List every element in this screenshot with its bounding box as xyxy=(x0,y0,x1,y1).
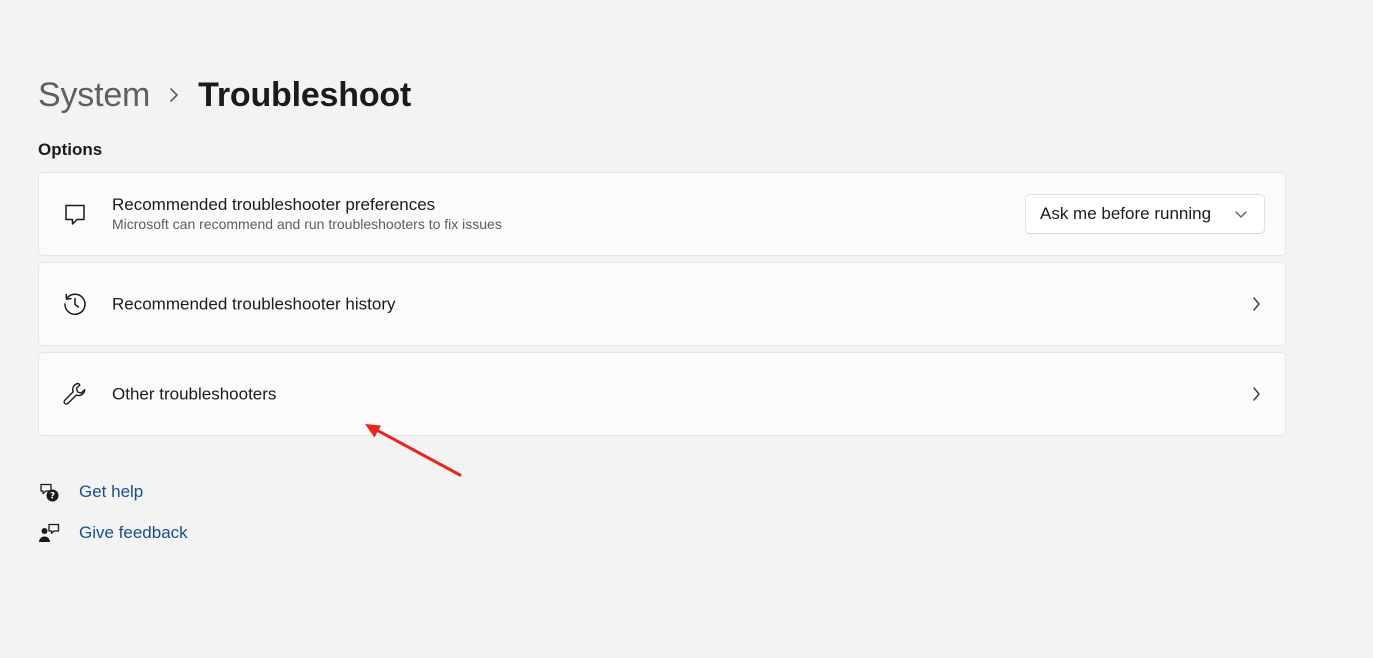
troubleshooter-history-card[interactable]: Recommended troubleshooter history xyxy=(38,262,1286,346)
other-troubleshooters-title: Other troubleshooters xyxy=(112,384,277,404)
troubleshooter-preferences-subtitle: Microsoft can recommend and run troubles… xyxy=(112,216,502,232)
options-heading: Options xyxy=(38,140,103,159)
chevron-right-icon xyxy=(1249,296,1263,312)
wrench-icon xyxy=(61,380,89,408)
feedback-icon xyxy=(38,522,60,544)
troubleshooter-preferences-card: Recommended troubleshooter preferences M… xyxy=(38,172,1286,256)
get-help-icon: ? xyxy=(38,481,60,503)
give-feedback-link[interactable]: Give feedback xyxy=(38,519,188,547)
get-help-link[interactable]: ? Get help xyxy=(38,478,188,506)
give-feedback-label: Give feedback xyxy=(79,523,188,542)
troubleshooter-preferences-title: Recommended troubleshooter preferences xyxy=(112,195,436,214)
troubleshooter-history-title: Recommended troubleshooter history xyxy=(112,294,396,314)
svg-text:?: ? xyxy=(50,492,55,502)
other-troubleshooters-text: Other troubleshooters xyxy=(112,384,276,405)
breadcrumb-system-link[interactable]: System xyxy=(38,76,150,115)
page-title: Troubleshoot xyxy=(198,75,412,114)
troubleshooter-preference-dropdown[interactable]: Ask me before running xyxy=(1025,194,1265,234)
chat-bubble-icon xyxy=(61,200,89,228)
help-links: ? Get help Give feedback xyxy=(38,478,188,560)
chevron-down-icon xyxy=(1234,209,1248,219)
troubleshooter-history-text: Recommended troubleshooter history xyxy=(112,294,395,315)
settings-page: System Troubleshoot Options Recommended … xyxy=(0,0,1373,658)
get-help-label: Get help xyxy=(79,482,144,501)
breadcrumb: System Troubleshoot xyxy=(38,70,411,120)
dropdown-selected-value: Ask me before running xyxy=(1040,204,1212,223)
history-icon xyxy=(61,290,89,318)
breadcrumb-chevron-icon xyxy=(168,85,180,105)
troubleshooter-preferences-text: Recommended troubleshooter preferences M… xyxy=(112,194,502,234)
other-troubleshooters-card[interactable]: Other troubleshooters xyxy=(38,352,1286,436)
chevron-right-icon xyxy=(1249,386,1263,402)
